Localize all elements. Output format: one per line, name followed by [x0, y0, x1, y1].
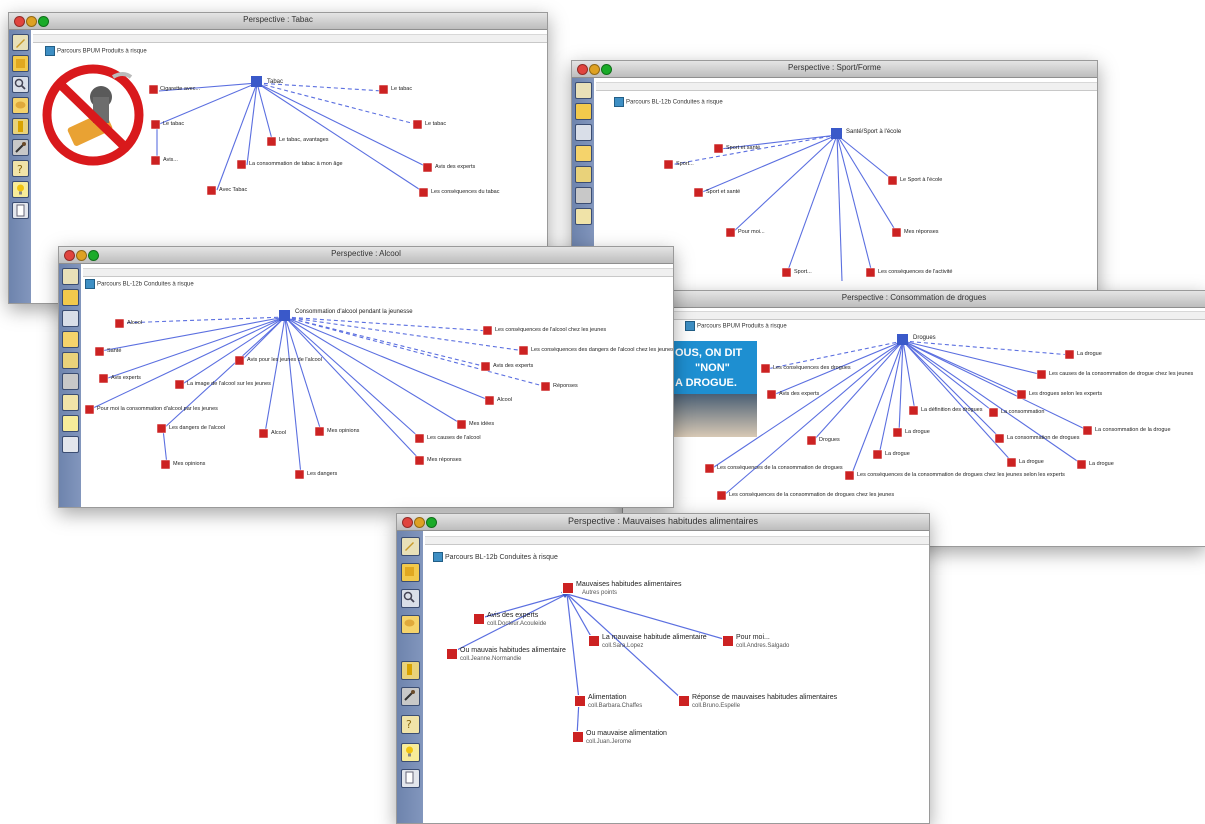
- svg-text:Réponses: Réponses: [553, 383, 578, 389]
- node-title: Ou mauvaise alimentation: [586, 730, 667, 737]
- svg-text:La image de l'alcool sur les j: La image de l'alcool sur les jeunes: [187, 381, 271, 387]
- svg-text:Avis experts: Avis experts: [111, 375, 141, 381]
- svg-text:Avis pour les jeunes de l'alco: Avis pour les jeunes de l'alcool: [247, 357, 322, 363]
- svg-text:Sport et santé: Sport et santé: [726, 145, 760, 151]
- svg-text:Le tabac: Le tabac: [425, 121, 446, 127]
- svg-text:La drogue: La drogue: [885, 451, 910, 457]
- node-center[interactable]: Santé/Sport à l'école: [831, 128, 902, 139]
- svg-text:La drogue: La drogue: [1019, 459, 1044, 465]
- node-sub: Autres points: [582, 590, 618, 596]
- svg-text:Alcool: Alcool: [127, 320, 142, 326]
- svg-text:Le tabac: Le tabac: [391, 86, 412, 92]
- svg-text:Santé: Santé: [107, 348, 121, 354]
- svg-text:Mes opinions: Mes opinions: [173, 461, 206, 467]
- node-title: La mauvaise habitude alimentaire: [602, 634, 707, 641]
- svg-text:Avis des experts: Avis des experts: [435, 164, 476, 170]
- svg-text:Les conséquences de la consomm: Les conséquences de la consommation de d…: [729, 492, 894, 498]
- svg-text:Les dangers de l'alcool: Les dangers de l'alcool: [169, 425, 225, 431]
- svg-text:Les conséquences de l'alcool c: Les conséquences de l'alcool chez les je…: [495, 327, 606, 333]
- svg-text:La consommation de la drogue: La consommation de la drogue: [1095, 427, 1171, 433]
- svg-text:Avis...: Avis...: [163, 157, 178, 163]
- window-drogues: Perspective : Consommation de drogues Pa…: [622, 290, 1205, 547]
- svg-text:La drogue: La drogue: [1077, 351, 1102, 357]
- svg-text:Les conséquences de la consomm: Les conséquences de la consommation de d…: [717, 465, 843, 471]
- node-icon: [588, 635, 600, 647]
- node-icon: [473, 613, 485, 625]
- svg-text:Mes idées: Mes idées: [469, 421, 494, 427]
- window-alimentation: Perspective : Mauvaises habitudes alimen…: [396, 513, 930, 824]
- node-center[interactable]: Drogues: [897, 334, 936, 345]
- svg-text:Les causes de l'alcool: Les causes de l'alcool: [427, 435, 481, 441]
- node-title: Réponse de mauvaises habitudes alimentai…: [692, 694, 838, 701]
- svg-text:La consommation de drogues: La consommation de drogues: [1007, 435, 1080, 441]
- concept-map-drogues: Drogues Les conséquences des drogues Avis…: [704, 334, 1194, 501]
- svg-text:Le tabac: Le tabac: [163, 121, 184, 127]
- node-icon: [572, 731, 584, 743]
- node-icon: [722, 635, 734, 647]
- svg-text:Consommation d'alcool pendant: Consommation d'alcool pendant la jeuness…: [295, 309, 413, 315]
- svg-text:Tabac: Tabac: [267, 79, 283, 85]
- svg-text:Les conséquences de l'activité: Les conséquences de l'activité: [878, 269, 952, 275]
- svg-text:La drogue: La drogue: [905, 429, 930, 435]
- node-title: Alimentation: [588, 694, 627, 701]
- svg-text:Les conséquences du tabac: Les conséquences du tabac: [431, 189, 500, 195]
- node-sub: coll.Barbara.Chaffes: [588, 703, 643, 709]
- svg-text:Sport et santé: Sport et santé: [706, 189, 740, 195]
- node-title: Ou mauvais habitudes alimentaire: [460, 647, 566, 654]
- concept-map-alcool: Consommation d'alcool pendant la jeuness…: [84, 309, 673, 480]
- svg-text:Pour moi...: Pour moi...: [738, 229, 765, 235]
- node-sub: coll.Juan.Jerome: [586, 739, 632, 745]
- svg-text:Avis des experts: Avis des experts: [493, 363, 534, 369]
- svg-text:Les conséquences des drogues: Les conséquences des drogues: [773, 365, 851, 371]
- node-icon: [574, 695, 586, 707]
- svg-text:La consommation de tabac à mon: La consommation de tabac à mon âge: [249, 161, 343, 167]
- svg-text:Mes opinions: Mes opinions: [327, 428, 360, 434]
- svg-text:Cigarette avec...: Cigarette avec...: [160, 86, 201, 92]
- svg-text:Les drogues selon les experts: Les drogues selon les experts: [1029, 391, 1102, 397]
- node-sub: coll.Bruno.Espelle: [692, 703, 741, 709]
- svg-text:Le tabac, avantages: Le tabac, avantages: [279, 137, 329, 143]
- node-icon: [562, 582, 574, 594]
- concept-map-alimentation: [449, 590, 728, 737]
- svg-text:Les conséquences de la consomm: Les conséquences de la consommation de d…: [857, 472, 1065, 478]
- node-sub: coll.Sara.Lopez: [602, 643, 644, 649]
- svg-text:Santé/Sport à l'école: Santé/Sport à l'école: [846, 129, 902, 135]
- svg-text:Les dangers: Les dangers: [307, 471, 338, 477]
- svg-text:Drogues: Drogues: [819, 437, 840, 443]
- svg-text:Drogues: Drogues: [913, 335, 936, 341]
- node-title: Pour moi...: [736, 634, 770, 641]
- svg-text:Les causes de la consommation: Les causes de la consommation de drogue …: [1049, 371, 1194, 377]
- svg-text:Sport...: Sport...: [794, 269, 812, 275]
- svg-text:Avis des experts: Avis des experts: [779, 391, 820, 397]
- node-icon: [678, 695, 690, 707]
- svg-text:Pour moi la consommation d'alc: Pour moi la consommation d'alcool par le…: [97, 406, 218, 412]
- svg-text:La définition des drogues: La définition des drogues: [921, 407, 983, 413]
- svg-text:Les conséquences des dangers d: Les conséquences des dangers de l'alcool…: [531, 347, 673, 353]
- svg-text:La drogue: La drogue: [1089, 461, 1114, 467]
- svg-text:Alcool: Alcool: [271, 430, 286, 436]
- svg-text:La consommation: La consommation: [1001, 409, 1044, 415]
- svg-text:Sport...: Sport...: [676, 161, 694, 167]
- node-sub: coll.Jeanne.Normandie: [460, 656, 522, 662]
- window-alcool: Perspective : Alcool Parcours BL-12b Con…: [58, 246, 674, 508]
- node-sub: coll.Docteur.Acouleide: [487, 621, 547, 627]
- svg-text:Mes réponses: Mes réponses: [427, 457, 462, 463]
- node-icon: [446, 648, 458, 660]
- svg-text:Alcool: Alcool: [497, 397, 512, 403]
- svg-text:Mes réponses: Mes réponses: [904, 229, 939, 235]
- node-sub: coll.Andres.Salgado: [736, 643, 790, 649]
- node-title: Mauvaises habitudes alimentaires: [576, 581, 682, 588]
- node-title: Avis des experts: [487, 612, 539, 619]
- svg-text:Le Sport à l'école: Le Sport à l'école: [900, 177, 942, 183]
- svg-text:Avec Tabac: Avec Tabac: [219, 187, 247, 193]
